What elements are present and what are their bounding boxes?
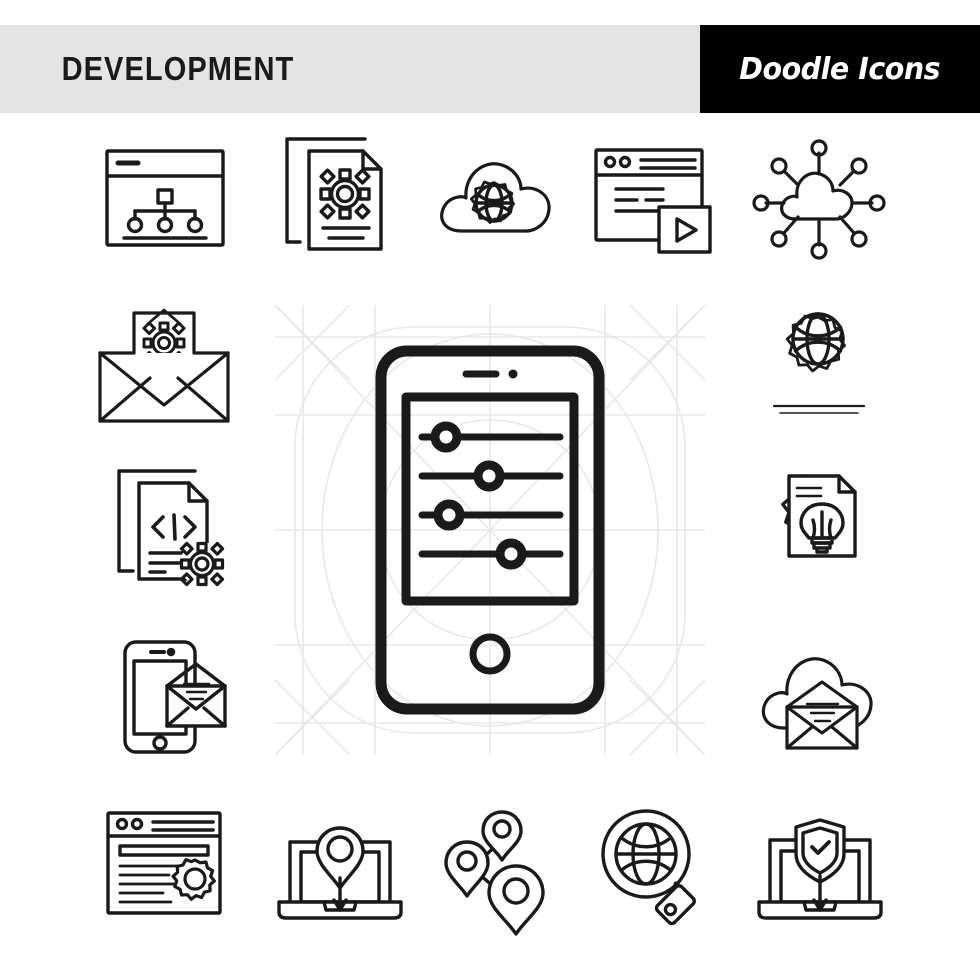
mobile-email-icon [123, 639, 227, 754]
brand-label: Doodle Icons [739, 51, 941, 87]
page-title: DEVELOPMENT [61, 50, 295, 87]
icon-cell-map-pins-route[interactable] [432, 803, 560, 936]
slider-knob-group [430, 421, 527, 570]
browser-gear-icon [106, 811, 222, 915]
gear-document-bulb-icon [781, 474, 857, 558]
magnifier-globe-icon [601, 809, 696, 926]
cloud-network-nodes-icon [752, 139, 886, 260]
icon-cell-cloud-email[interactable] [752, 643, 888, 755]
icon-cell-browser-video[interactable] [588, 143, 718, 258]
icon-cell-cloud-gear-globe[interactable] [430, 145, 560, 257]
cloud-gear-globe-icon [440, 162, 551, 233]
icon-cell-browser-gear[interactable] [100, 805, 232, 923]
icon-cell-magnifier-globe[interactable] [592, 805, 720, 927]
icon-cell-gear-document-bulb[interactable] [755, 465, 887, 587]
icon-cell-cloud-network[interactable] [752, 139, 886, 260]
gear-globe-icon [772, 312, 866, 414]
icon-cell-document-code-gear[interactable] [105, 465, 235, 587]
brand-badge: Doodle Icons [700, 25, 980, 113]
slider-track-group [418, 433, 564, 558]
browser-video-icon [594, 147, 712, 254]
document-gear-icon [285, 137, 383, 251]
page-header: DEVELOPMENT Doodle Icons [0, 25, 980, 113]
icon-cell-gear-globe[interactable] [750, 305, 886, 427]
icon-cell-laptop-shield[interactable] [752, 813, 888, 925]
featured-mobile-settings [275, 305, 705, 755]
icon-cell-laptop-map-pin[interactable] [272, 813, 408, 925]
icon-cell-mobile-email[interactable] [110, 633, 240, 758]
envelope-gear-icon [98, 308, 230, 423]
mobile-settings-sliders-icon [375, 345, 605, 715]
map-pins-route-icon [444, 809, 545, 936]
laptop-shield-download-icon [757, 818, 883, 920]
cloud-email-icon [761, 657, 873, 750]
icon-sheet [0, 113, 980, 980]
icon-cell-envelope-gear[interactable] [90, 303, 238, 428]
browser-sitemap-icon [105, 149, 225, 247]
featured-icon-block[interactable] [275, 305, 705, 755]
icon-cell-browser-sitemap[interactable] [100, 143, 230, 253]
document-code-gear-icon [117, 469, 225, 587]
laptop-map-pin-icon [277, 826, 403, 920]
icon-cell-document-gear[interactable] [272, 135, 402, 255]
